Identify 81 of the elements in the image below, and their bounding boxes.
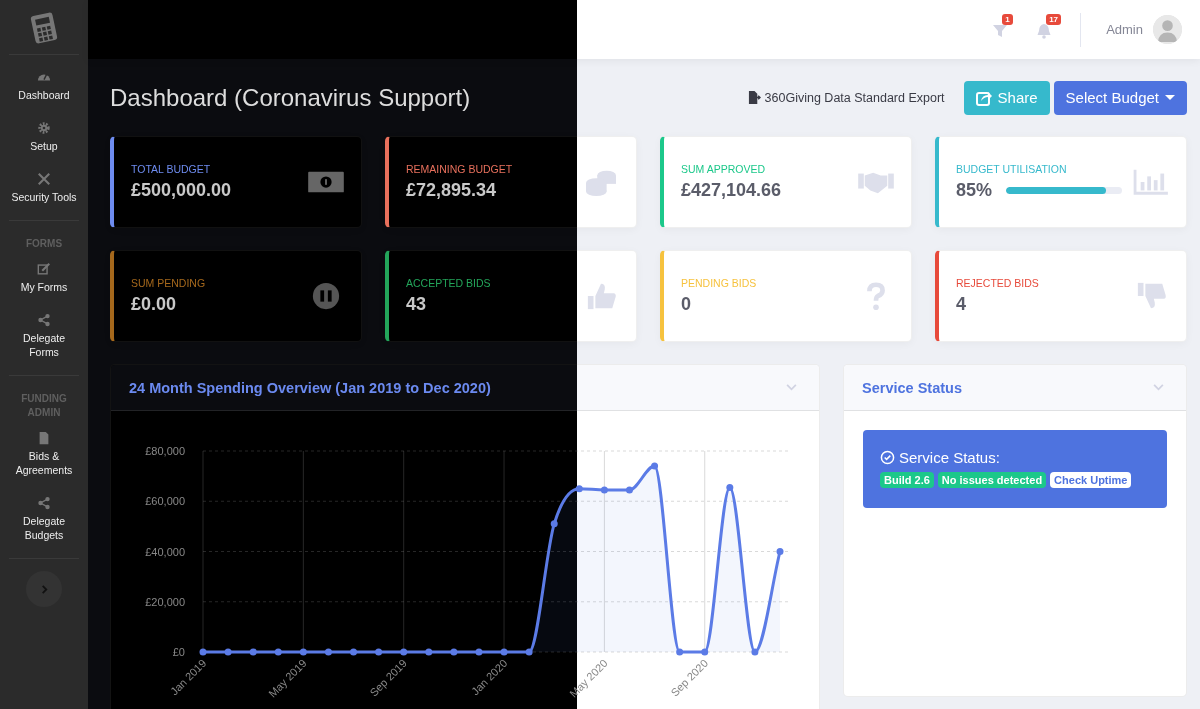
data-point [425,648,433,656]
data-point [701,648,709,656]
uptime-link[interactable]: Check Uptime [1050,472,1132,488]
nav-item[interactable]: Setup [1,112,87,163]
page-title: Dashboard (Coronavirus Support) [110,83,472,112]
axis-label: £0 [172,646,185,658]
data-point [651,462,659,470]
data-point [274,648,282,656]
nav-item[interactable]: My Forms [1,253,87,304]
stat-value: £427,104.66 [681,180,783,201]
check-circle-icon [880,450,895,465]
stat-value: 85% [956,180,993,201]
stat-label: BUDGET UTILISATION [956,163,1068,175]
edit-icon [37,262,51,276]
data-point [525,648,533,656]
nav-item[interactable]: Bids & Agreements [1,422,87,487]
stat-label: PENDING BIDS [681,277,758,289]
data-point [626,486,633,494]
data-point [375,648,383,656]
nav-item[interactable]: Delegate Forms [1,304,87,369]
stat-label: REMAINING BUDGET [406,163,514,175]
axis-label: £60,000 [145,495,185,508]
stat-value: £72,895.34 [406,180,498,201]
status-heading: Service Status: [899,449,1000,466]
chevron-down-icon[interactable] [786,384,797,391]
data-point [299,648,307,656]
data-point [575,485,583,493]
stat-value: 4 [956,294,967,315]
data-point [400,648,408,656]
bar-chart-icon [1132,167,1170,197]
status-badge: Build 2.6 [880,472,934,488]
export-link[interactable]: 360Giving Data Standard Export [747,90,945,105]
avatar-icon[interactable] [1153,15,1182,44]
status-badge: No issues detected [937,472,1047,488]
file-export-icon [747,91,761,104]
data-point [500,648,508,656]
bell-icon[interactable] [1036,22,1053,39]
stat-value: £500,000.00 [131,180,233,201]
nav-item[interactable]: Security Tools [1,163,87,214]
share-icon [975,89,992,106]
stat-label: REJECTED BIDS [956,277,1040,289]
filter-icon[interactable] [992,22,1009,39]
axis-label: £40,000 [145,545,185,558]
data-point [550,520,558,528]
chevron-right-icon [39,584,49,594]
sidebar-toggle-button[interactable] [26,571,62,607]
data-point [224,648,232,656]
data-point [751,648,759,656]
stat-label: SUM PENDING [131,277,207,289]
axis-label: £80,000 [145,445,185,457]
select-budget-dropdown[interactable]: Select Budget [1053,80,1187,115]
card-title: 24 Month Spending Overview (Jan 2019 to Dec 2020) [129,379,491,396]
data-point [249,648,257,656]
stat-value: 43 [406,294,428,315]
share-icon [37,313,51,327]
data-point [324,648,332,656]
axis-label: £20,000 [145,595,185,608]
caret-down-icon [1165,94,1175,101]
data-point [450,648,458,656]
nav-item[interactable]: Delegate Budgets [1,487,87,552]
share-icon [37,496,51,510]
gear-icon [37,121,51,135]
stat-label: SUM APPROVED [681,163,767,175]
nav-item[interactable]: Dashboard [1,61,87,112]
data-point [776,548,784,555]
chevron-down-icon[interactable] [1153,384,1164,391]
file-icon [37,431,51,445]
stat-label: ACCEPTED BIDS [406,277,492,289]
data-point [600,486,608,494]
data-point [726,483,734,491]
stat-value: 0 [681,294,692,315]
data-point [199,648,207,656]
card-title: Service Status [862,379,962,396]
data-point [676,648,684,656]
user-name[interactable]: Admin [1106,22,1143,37]
data-point [350,648,357,656]
count-badge: 1 [1002,13,1013,25]
data-point [475,648,483,656]
stat-label: TOTAL BUDGET [131,163,212,175]
count-badge: 17 [1046,13,1062,25]
stat-value: £0.00 [131,294,178,315]
